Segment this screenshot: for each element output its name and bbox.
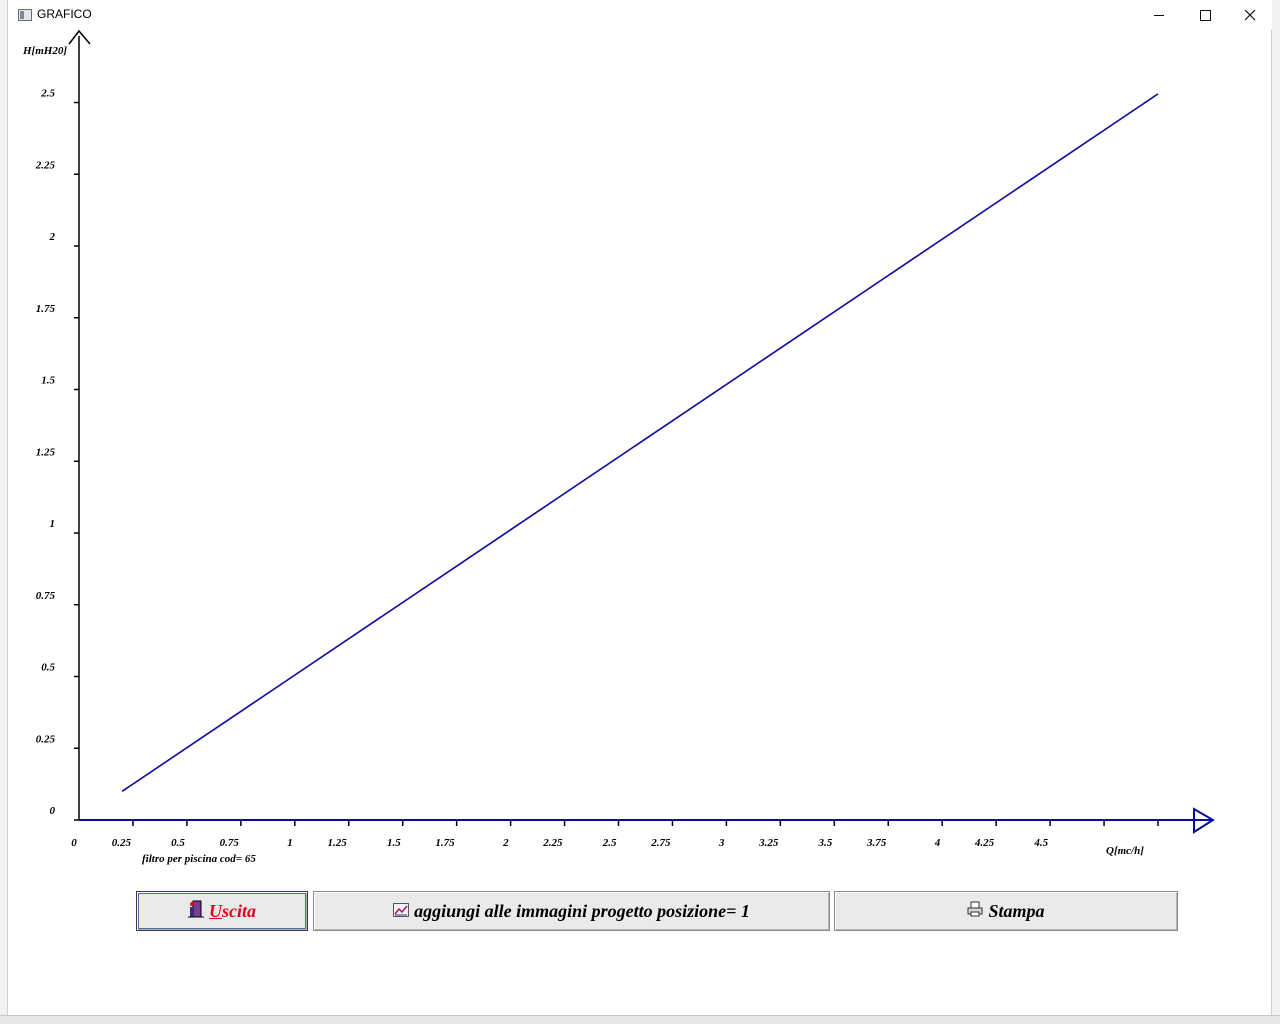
x-tick-label: 3 <box>718 837 725 849</box>
window-bottom-border <box>0 1015 1280 1024</box>
y-tick-label: 2.25 <box>35 159 56 171</box>
printer-icon <box>967 901 983 922</box>
print-label: Stampa <box>988 900 1045 921</box>
x-tick-label: 0.25 <box>112 837 132 849</box>
x-tick-label: 1 <box>287 837 293 849</box>
x-tick-label: 4 <box>934 837 941 849</box>
x-tick-label: 4.5 <box>1033 837 1048 849</box>
x-axis <box>79 807 1215 834</box>
chart-canvas: 0 0.25 0.5 0.75 1 1.25 1.5 1.75 2 2.25 2.5 0 0.25 0.… <box>22 29 1215 865</box>
x-axis-label: Q[mc/h] <box>1106 845 1144 857</box>
y-tick-label: 0.5 <box>41 662 55 674</box>
exit-label: Uscita <box>209 900 256 921</box>
y-tick-label: 1 <box>50 518 56 530</box>
x-tick-label: 2.75 <box>650 837 671 849</box>
y-tick-label: 2.5 <box>40 88 55 100</box>
y-tick-label: 1.25 <box>36 446 56 458</box>
chart-caption: filtro per piscina cod= 65 <box>142 853 256 865</box>
y-tick-label: 1.75 <box>36 303 56 315</box>
x-tick-label: 1.5 <box>387 837 401 849</box>
add-to-project-images-button[interactable]: aggiungi alle immagini progetto posizion… <box>313 891 830 931</box>
x-tick-label: 0.75 <box>220 837 240 849</box>
series-line <box>121 93 1159 792</box>
x-tick-label: 3.5 <box>818 837 833 849</box>
y-tick-label: 0.25 <box>36 733 56 745</box>
y-tick-label: 0.75 <box>36 590 56 602</box>
x-tick-label: 1.75 <box>435 837 455 849</box>
y-tick-label: 2 <box>49 231 56 243</box>
x-tick-label: 0 <box>71 837 77 849</box>
y-axis-label: H[mH20] <box>22 45 67 57</box>
y-axis <box>68 29 91 820</box>
x-tick-label: 2.25 <box>542 837 563 849</box>
x-tick-label: 0.5 <box>171 837 185 849</box>
x-tick-label: 2 <box>502 837 509 849</box>
chart-image-icon <box>393 901 410 922</box>
grafico-window: GRAFICO 0 0.25 0.5 0.75 1 1.25 1.5 1.75 2 2.25 2.5… <box>0 0 1280 1024</box>
add-to-project-images-label: aggiungi alle immagini progetto posizion… <box>414 900 750 921</box>
x-tick-label: 3.75 <box>866 837 887 849</box>
exit-door-icon <box>188 900 204 923</box>
x-tick-label: 2.5 <box>602 837 617 849</box>
print-button[interactable]: Stampa <box>834 891 1178 931</box>
y-tick-label: 1.5 <box>41 375 55 387</box>
exit-button[interactable]: Uscita <box>136 891 308 931</box>
x-tick-label: 1.25 <box>328 837 348 849</box>
x-tick-label: 4.25 <box>974 837 995 849</box>
x-tick-label: 3.25 <box>758 837 779 849</box>
y-tick-label: 0 <box>50 805 56 817</box>
